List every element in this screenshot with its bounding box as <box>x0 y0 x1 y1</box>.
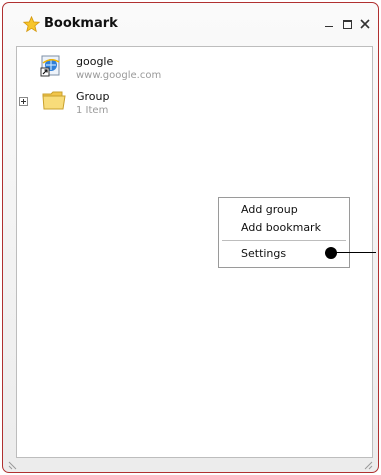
minimize-icon[interactable] <box>322 17 336 31</box>
internet-explorer-shortcut-icon <box>40 55 60 77</box>
bookmark-item-google[interactable]: google www.google.com <box>17 53 372 89</box>
group-item-count: 1 Item <box>76 105 109 116</box>
group-name: Group <box>76 90 110 103</box>
bookmark-window: Bookmark google www.google.com Group 1 I… <box>2 2 379 473</box>
callout-marker <box>325 247 337 259</box>
folder-icon <box>42 91 66 110</box>
menu-item-add-bookmark[interactable]: Add bookmark <box>219 219 349 237</box>
bookmark-list[interactable]: google www.google.com Group 1 Item Add g… <box>16 46 376 458</box>
menu-item-add-group[interactable]: Add group <box>219 201 349 219</box>
bookmark-name: google <box>76 55 114 68</box>
resize-grip-left-icon[interactable] <box>8 461 17 470</box>
star-icon <box>23 16 40 33</box>
menu-separator <box>222 240 346 241</box>
window-title: Bookmark <box>44 16 118 31</box>
bookmark-group-item[interactable]: Group 1 Item <box>17 88 372 124</box>
title-bar[interactable]: Bookmark <box>3 3 378 43</box>
plus-expander-icon[interactable] <box>19 97 28 106</box>
resize-grip-right-icon[interactable] <box>364 461 373 470</box>
window-controls <box>322 17 372 31</box>
close-icon[interactable] <box>358 17 372 31</box>
callout-line <box>336 252 376 253</box>
bookmark-url: www.google.com <box>76 70 162 81</box>
maximize-icon[interactable] <box>340 17 354 31</box>
